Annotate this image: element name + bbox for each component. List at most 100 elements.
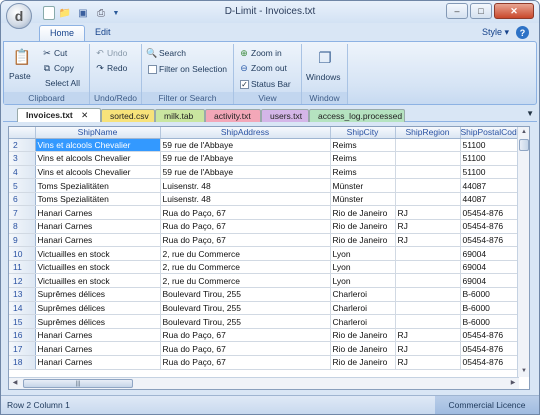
grid-cell[interactable]: 2, rue du Commerce [160, 273, 331, 289]
close-button[interactable]: ✕ [494, 3, 534, 19]
table-row[interactable]: 13 Suprêmes délices Boulevard Tirou, 255 Ch… [9, 287, 523, 302]
table-row[interactable]: 16 Hanari Carnes Rua do Paço, 67 Rio de Jan… [9, 328, 523, 343]
table-row[interactable]: 11 Victuailles en stock 2, rue du Commerce… [9, 260, 523, 275]
row-number[interactable]: 6 [9, 192, 36, 207]
grid-cell[interactable]: Rua do Paço, 67 [160, 205, 331, 221]
style-menu[interactable]: Style ▾ [482, 27, 509, 38]
grid-cell[interactable]: Suprêmes délices [35, 314, 161, 329]
tab-list-dropdown-icon[interactable]: ▼ [526, 109, 534, 118]
windows-button[interactable]: Windows [306, 72, 340, 82]
grid-cell[interactable]: 69004 [460, 273, 523, 289]
horizontal-scroll-thumb[interactable]: ||| [23, 379, 133, 388]
grid-cell[interactable]: 2, rue du Commerce [160, 246, 331, 261]
grid-cell[interactable]: Boulevard Tirou, 255 [160, 301, 331, 316]
grid-cell[interactable]: Vins et alcools Chevalier [35, 138, 161, 153]
paste-button[interactable]: Paste [9, 71, 31, 81]
corner-cell[interactable] [9, 127, 36, 139]
column-header[interactable]: ShipCity [330, 127, 396, 139]
grid-cell[interactable]: Vins et alcools Chevalier [35, 165, 161, 180]
copy-button[interactable]: ⧉ Copy [42, 63, 74, 74]
grid-cell[interactable]: Rua do Paço, 67 [160, 233, 331, 248]
grid-cell[interactable]: Reims [330, 151, 396, 166]
grid-cell[interactable]: 59 rue de l'Abbaye [160, 151, 331, 166]
tab-activity[interactable]: activity.txt [205, 109, 261, 122]
tab-access-log[interactable]: access_log.processed [309, 109, 405, 122]
vertical-scrollbar[interactable]: ▲ ▼ [517, 127, 529, 377]
grid-cell[interactable]: Lyon [330, 260, 396, 275]
scroll-up-icon[interactable]: ▲ [518, 127, 529, 138]
grid-cell[interactable]: Hanari Carnes [35, 341, 161, 356]
row-number[interactable]: 10 [9, 246, 36, 261]
zoom-out-button[interactable]: ⊖ Zoom out [239, 63, 287, 74]
grid-cell[interactable]: Rio de Janeiro [330, 233, 396, 248]
row-number[interactable]: 4 [9, 165, 36, 180]
row-number[interactable]: 18 [9, 355, 36, 370]
row-number[interactable]: 17 [9, 341, 36, 356]
grid-cell[interactable] [395, 151, 461, 166]
grid-cell[interactable]: 51100 [460, 151, 523, 166]
grid-cell[interactable]: RJ [395, 341, 461, 356]
grid-cell[interactable]: Rua do Paço, 67 [160, 341, 331, 356]
table-row[interactable]: 4 Vins et alcools Chevalier 59 rue de l'Ab… [9, 165, 523, 180]
grid-cell[interactable]: Luisenstr. 48 [160, 192, 331, 207]
table-row[interactable]: 18 Hanari Carnes Rua do Paço, 67 Rio de Jan… [9, 355, 523, 370]
grid-cell[interactable]: Charleroi [330, 287, 396, 302]
table-row[interactable]: 6 Toms Spezialitäten Luisenstr. 48 Münster 4… [9, 192, 523, 207]
tab-invoices[interactable]: Invoices.txt ✕ [17, 108, 101, 122]
cut-button[interactable]: ✂ Cut [42, 48, 67, 59]
zoom-in-button[interactable]: ⊕ Zoom in [239, 48, 282, 59]
grid-cell[interactable]: Charleroi [330, 314, 396, 329]
scroll-down-icon[interactable]: ▼ [518, 366, 529, 377]
grid-cell[interactable]: B-6000 [460, 314, 523, 329]
grid-cell[interactable]: Toms Spezialitäten [35, 178, 161, 193]
grid-cell[interactable] [395, 273, 461, 289]
help-icon[interactable]: ? [516, 26, 529, 39]
table-row[interactable]: 17 Hanari Carnes Rua do Paço, 67 Rio de Jan… [9, 341, 523, 356]
grid-cell[interactable]: B-6000 [460, 301, 523, 316]
grid-cell[interactable]: Charleroi [330, 301, 396, 316]
grid-cell[interactable]: Hanari Carnes [35, 219, 161, 234]
grid-cell[interactable]: Lyon [330, 246, 396, 261]
grid-cell[interactable]: Rio de Janeiro [330, 219, 396, 234]
table-row[interactable]: 10 Victuailles en stock 2, rue du Commerce… [9, 246, 523, 261]
status-bar-checkbox[interactable]: ✓ Status Bar [240, 79, 291, 89]
grid-cell[interactable]: Boulevard Tirou, 255 [160, 287, 331, 302]
grid-cell[interactable]: Rua do Paço, 67 [160, 328, 331, 343]
column-header[interactable]: ShipName [35, 127, 161, 139]
grid-cell[interactable]: RJ [395, 355, 461, 370]
close-tab-icon[interactable]: ✕ [81, 110, 88, 120]
grid-cell[interactable]: Reims [330, 165, 396, 180]
grid-cell[interactable]: 59 rue de l'Abbaye [160, 138, 331, 153]
grid-cell[interactable]: Hanari Carnes [35, 328, 161, 343]
grid-cell[interactable]: 69004 [460, 260, 523, 275]
row-number[interactable]: 9 [9, 233, 36, 248]
table-row[interactable]: 15 Suprêmes délices Boulevard Tirou, 255 Ch… [9, 314, 523, 329]
paste-icon[interactable]: 📋 [12, 47, 32, 67]
tab-home[interactable]: Home [39, 25, 86, 42]
windows-icon[interactable]: ❐ [315, 48, 335, 68]
grid-cell[interactable] [395, 301, 461, 316]
column-header[interactable]: ShipPostalCode [460, 127, 523, 139]
grid-cell[interactable]: Münster [330, 178, 396, 193]
grid-cell[interactable] [395, 178, 461, 193]
grid-cell[interactable]: Hanari Carnes [35, 205, 161, 221]
grid-cell[interactable]: 51100 [460, 165, 523, 180]
search-button[interactable]: 🔍 Search [146, 48, 186, 59]
row-number[interactable]: 7 [9, 205, 36, 221]
grid-cell[interactable]: Lyon [330, 273, 396, 289]
grid-cell[interactable] [395, 165, 461, 180]
grid-cell[interactable]: Victuailles en stock [35, 246, 161, 261]
horizontal-scrollbar[interactable]: ◀ ||| ▶ [9, 377, 519, 389]
grid-cell[interactable]: Hanari Carnes [35, 233, 161, 248]
grid-cell[interactable]: 44087 [460, 178, 523, 193]
grid-cell[interactable]: Rio de Janeiro [330, 341, 396, 356]
table-row[interactable]: 5 Toms Spezialitäten Luisenstr. 48 Münster 4… [9, 178, 523, 193]
tab-milk[interactable]: milk.tab [155, 109, 205, 122]
grid-cell[interactable]: Rio de Janeiro [330, 355, 396, 370]
row-number[interactable]: 13 [9, 287, 36, 302]
table-row[interactable]: 12 Victuailles en stock 2, rue du Commerce… [9, 273, 523, 289]
row-number[interactable]: 15 [9, 314, 36, 329]
grid-cell[interactable] [395, 192, 461, 207]
grid-cell[interactable]: Hanari Carnes [35, 355, 161, 370]
scroll-left-icon[interactable]: ◀ [9, 378, 21, 389]
